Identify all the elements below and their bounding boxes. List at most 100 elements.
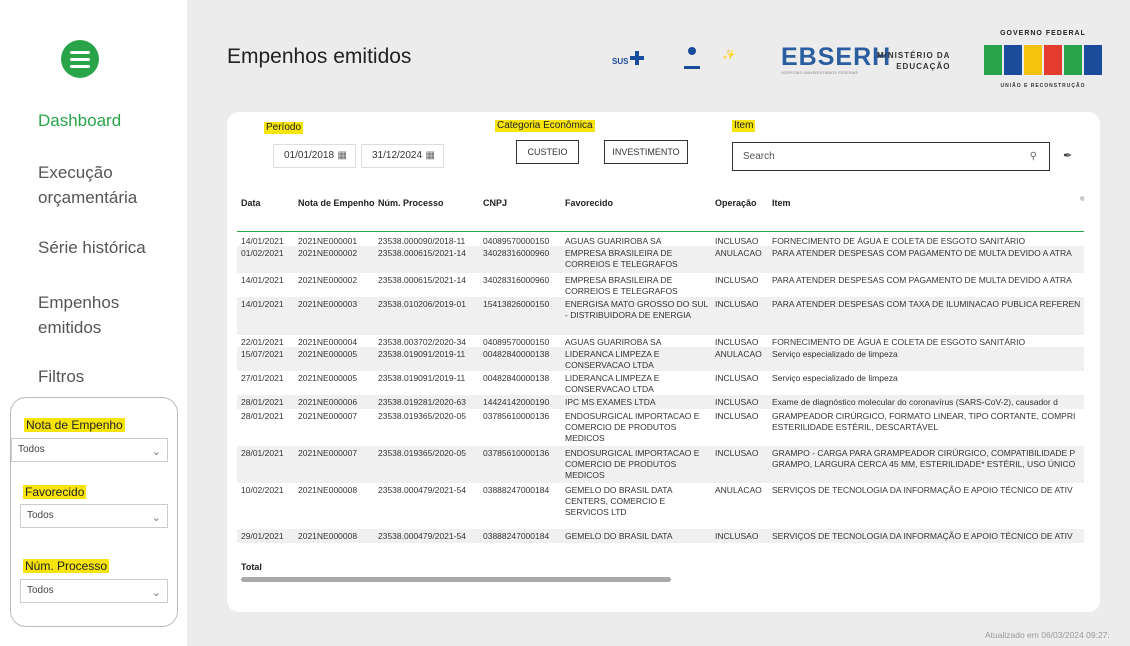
horizontal-scrollbar[interactable] (241, 577, 671, 582)
table-cell: ENDOSURGICAL IMPORTACAO E COMERCIO DE PR… (565, 411, 700, 443)
clear-filter-icon[interactable]: ✒ (1063, 149, 1072, 162)
chevron-down-icon: ⌄ (151, 512, 161, 524)
table-cell: 28/01/2021 (241, 448, 284, 458)
table-cell: 28/01/2021 (241, 397, 284, 407)
table-cell: 03888247000184 (483, 531, 550, 541)
table-cell: ANULACAO (715, 485, 762, 495)
col-header-nota[interactable]: Nota de Empenho (298, 197, 378, 209)
total-label: Total (241, 562, 262, 572)
col-header-operacao[interactable]: Operação (715, 197, 775, 209)
nav-dashboard[interactable]: Dashboard (38, 108, 178, 133)
table-cell: 03785610000136 (483, 411, 550, 421)
partner-logo: ✨ (722, 50, 735, 61)
table-cell: 2021NE000002 (298, 275, 358, 285)
table-cell: ENDOSURGICAL IMPORTACAO E COMERCIO DE PR… (565, 448, 700, 480)
investimento-button[interactable]: INVESTIMENTO (604, 140, 688, 164)
mec-logo: MINISTÉRIO DA EDUCAÇÃO (877, 51, 951, 71)
table-cell: 03888247000184 (483, 485, 550, 495)
chevron-down-icon: ⌄ (151, 587, 161, 599)
table-cell: ENERGISA MATO GROSSO DO SUL - DISTRIBUID… (565, 299, 708, 320)
table-cell: AGUAS GUARIROBA SA (565, 236, 662, 246)
item-search-input[interactable]: Search ⚲ (732, 142, 1050, 171)
table-row[interactable]: 28/01/2021 2021NE000007 23538.019365/2020-… (237, 446, 1084, 483)
col-header-favorecido[interactable]: Favorecido (565, 197, 715, 209)
table-cell: 2021NE000008 (298, 485, 358, 495)
table-cell: LIDERANCA LIMPEZA E CONSERVACAO LTDA (565, 349, 660, 370)
table-cell: INCLUSAO (715, 373, 759, 383)
table-cell: LIDERANCA LIMPEZA E CONSERVACAO LTDA (565, 373, 660, 394)
empenhos-card: Período 01/01/2018 ▦ 31/12/2024 ▦ Catego… (227, 112, 1100, 612)
col-header-cnpj[interactable]: CNPJ (483, 197, 568, 209)
table-cell: 01/02/2021 (241, 248, 284, 258)
filter-label-num-processo: Núm. Processo (23, 559, 110, 573)
table-cell: 2021NE000005 (298, 349, 358, 359)
table-cell: GRAMPO - CARGA PARA GRAMPEADOR CIRÚRGICO… (772, 448, 1076, 469)
nav-filtros[interactable]: Filtros (38, 364, 178, 389)
table-cell: 2021NE000003 (298, 299, 358, 309)
table-cell: 2021NE000008 (298, 531, 358, 541)
governo-federal-logo: GOVERNO FEDERAL UNIÃO E RECONSTRUÇÃO (983, 30, 1103, 89)
table-cell: INCLUSAO (715, 236, 759, 246)
favorecido-value: Todos (27, 510, 54, 521)
table-cell: 23538.000615/2021-14 (378, 275, 466, 285)
sus-logo: SUS (612, 51, 644, 67)
table-row[interactable]: 22/01/2021 2021NE000004 23538.003702/2020-… (237, 335, 1084, 347)
table-cell: 00482840000138 (483, 349, 550, 359)
ebserh-logo: EBSERH HOSPITAIS UNIVERSITÁRIOS FEDERAIS (781, 43, 892, 75)
table-row[interactable]: 14/01/2021 2021NE000001 23538.000090/2018-… (237, 234, 1084, 246)
table-cell: Exame de diagnóstico molecular do corona… (772, 397, 1058, 407)
vertical-scrollbar[interactable] (1080, 196, 1084, 201)
table-cell: 15413826000150 (483, 299, 550, 309)
sidebar: Dashboard Execução orçamentária Série hi… (0, 0, 186, 646)
col-header-data[interactable]: Data (241, 197, 301, 209)
table-cell: 23538.000615/2021-14 (378, 248, 466, 258)
table-cell: INCLUSAO (715, 337, 759, 347)
table-cell: 34028316000960 (483, 275, 550, 285)
table-cell: 00482840000138 (483, 373, 550, 383)
table-cell: 28/01/2021 (241, 411, 284, 421)
table-cell: 03785610000136 (483, 448, 550, 458)
table-cell: SERVIÇOS DE TECNOLOGIA DA INFORMAÇÃO E A… (772, 531, 1073, 541)
table-cell: ANULACAO (715, 349, 762, 359)
table-cell: 14/01/2021 (241, 275, 284, 285)
nav-empenhos-emitidos[interactable]: Empenhos emitidos (38, 290, 178, 340)
hamburger-menu-icon[interactable] (61, 40, 99, 78)
table-cell: 23538.000479/2021-54 (378, 485, 466, 495)
table-header: Data Nota de Empenho Núm. Processo CNPJ … (237, 192, 1084, 232)
table-cell: EMPRESA BRASILEIRA DE CORREIOS E TELEGRA… (565, 248, 678, 269)
col-header-item[interactable]: Item (772, 197, 1084, 209)
table-row[interactable]: 27/01/2021 2021NE000005 23538.019091/2019-… (237, 371, 1084, 395)
nav-execucao-orcamentaria[interactable]: Execução orçamentária (38, 160, 178, 210)
table-row[interactable]: 15/07/2021 2021NE000005 23538.019091/2019-… (237, 347, 1084, 371)
col-header-processo[interactable]: Núm. Processo (378, 197, 488, 209)
custeio-button[interactable]: CUSTEIO (516, 140, 579, 164)
table-cell: PARA ATENDER DESPESAS COM TAXA DE ILUMIN… (772, 299, 1081, 309)
filter-label-nota-empenho: Nota de Empenho (24, 418, 125, 432)
favorecido-select[interactable]: Todos ⌄ (20, 504, 168, 528)
nota-empenho-select[interactable]: Todos ⌄ (11, 438, 168, 462)
updated-timestamp: Atualizado em 06/03/2024 09:27: (985, 630, 1110, 640)
table-cell: ANULACAO (715, 248, 762, 258)
table-cell: 2021NE000004 (298, 337, 358, 347)
table-cell: PARA ATENDER DESPESAS COM PAGAMENTO DE M… (772, 248, 1072, 258)
table-cell: 2021NE000002 (298, 248, 358, 258)
table-cell: 23538.019091/2019-11 (378, 373, 466, 383)
table-row[interactable]: 28/01/2021 2021NE000006 23538.019281/2020-… (237, 395, 1084, 409)
page-title: Empenhos emitidos (227, 45, 412, 68)
table-row[interactable]: 28/01/2021 2021NE000007 23538.019365/2020-… (237, 409, 1084, 446)
table-cell: 04089570000150 (483, 236, 550, 246)
table-row[interactable]: 14/01/2021 2021NE000003 23538.010206/2019-… (237, 297, 1084, 335)
num-processo-select[interactable]: Todos ⌄ (20, 579, 168, 603)
date-start-input[interactable]: 01/01/2018 ▦ (273, 144, 356, 168)
institution-logo (684, 45, 700, 69)
table-row[interactable]: 10/02/2021 2021NE000008 23538.000479/2021-… (237, 483, 1084, 529)
table-row[interactable]: 01/02/2021 2021NE000002 23538.000615/2021-… (237, 246, 1084, 273)
date-end-input[interactable]: 31/12/2024 ▦ (361, 144, 444, 168)
table-cell: 04089570000150 (483, 337, 550, 347)
filter-panel: Nota de Empenho Todos ⌄ Favorecido Todos… (10, 397, 178, 627)
table-row[interactable]: 14/01/2021 2021NE000002 23538.000615/2021-… (237, 273, 1084, 297)
table-row[interactable]: 29/01/2021 2021NE000008 23538.000479/2021-… (237, 529, 1084, 543)
nav-serie-historica[interactable]: Série histórica (38, 235, 178, 260)
table-cell: GEMELO DO BRASIL DATA CENTERS, COMERCIO … (565, 485, 673, 517)
table-cell: INCLUSAO (715, 411, 759, 421)
